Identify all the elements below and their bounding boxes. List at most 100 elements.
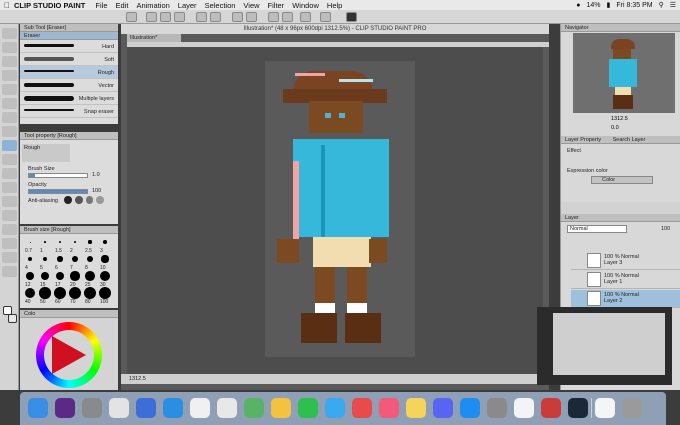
siri-icon[interactable] xyxy=(55,398,75,418)
brush-size-dot[interactable] xyxy=(57,256,63,262)
antialias-medium[interactable] xyxy=(85,196,94,204)
save-icon[interactable] xyxy=(174,12,185,22)
subtool-item-multiple-layers[interactable]: Multiple layers xyxy=(20,92,118,105)
brush-size-slider[interactable] xyxy=(28,173,88,178)
expression-color-select[interactable]: Color xyxy=(591,176,653,184)
menu-edit[interactable]: Edit xyxy=(116,1,129,10)
brush-size-dot[interactable] xyxy=(24,287,36,299)
tab-illustration[interactable]: Illustration* xyxy=(127,34,181,42)
blend-mode-select[interactable]: Normal xyxy=(567,225,627,233)
steam-icon[interactable] xyxy=(568,398,588,418)
transform-icon[interactable] xyxy=(246,12,257,22)
app-menu[interactable]: CLIP STUDIO PAINT xyxy=(14,1,85,10)
brush-size-dot[interactable] xyxy=(39,287,51,299)
open-icon[interactable] xyxy=(160,12,171,22)
new-file-icon[interactable] xyxy=(146,12,157,22)
balloon-tool-icon[interactable] xyxy=(2,252,17,263)
zoom-value[interactable]: 1312.5 xyxy=(129,376,146,382)
figure-tool-icon[interactable] xyxy=(2,196,17,207)
facetime-icon[interactable] xyxy=(298,398,318,418)
trash-icon[interactable] xyxy=(622,398,642,418)
music-icon[interactable] xyxy=(379,398,399,418)
app-icon[interactable] xyxy=(541,398,561,418)
antialias-none[interactable] xyxy=(64,196,72,204)
brush-size-dot[interactable] xyxy=(84,287,96,299)
select-all-icon[interactable] xyxy=(282,12,293,22)
calendar-icon[interactable] xyxy=(190,398,210,418)
subtool-group-tab[interactable]: Eraser xyxy=(20,32,118,40)
brush-size-dot[interactable] xyxy=(54,287,66,299)
menu-view[interactable]: View xyxy=(243,1,259,10)
ruler-tool-icon[interactable] xyxy=(2,224,17,235)
lasso-tool-icon[interactable] xyxy=(2,70,17,81)
fill-tool-icon[interactable] xyxy=(2,168,17,179)
search-icon[interactable]: ⚲ xyxy=(659,1,664,9)
clear-icon[interactable] xyxy=(232,12,243,22)
apple-icon[interactable]:  xyxy=(4,1,10,10)
launchpad-icon[interactable] xyxy=(82,398,102,418)
brush-size-dot[interactable] xyxy=(27,256,33,262)
brush-size-dot[interactable] xyxy=(42,256,48,262)
opacity-slider[interactable] xyxy=(28,189,88,194)
safari-icon[interactable] xyxy=(163,398,183,418)
subtool-item-soft[interactable]: Soft xyxy=(20,53,118,66)
brush-size-dot[interactable] xyxy=(72,256,78,262)
menu-selection[interactable]: Selection xyxy=(205,1,236,10)
menu-filter[interactable]: Filter xyxy=(268,1,285,10)
zoom-tool-icon[interactable] xyxy=(2,28,17,39)
undo-icon[interactable] xyxy=(196,12,207,22)
layer-row-layer2[interactable]: 100 % Normal Layer 2 xyxy=(571,290,680,308)
layer-row-layer3[interactable]: 100 % Normal Layer 3 xyxy=(571,252,680,270)
preview-icon[interactable] xyxy=(136,398,156,418)
maps-icon[interactable] xyxy=(244,398,264,418)
menu-help[interactable]: Help xyxy=(327,1,342,10)
photos-icon[interactable] xyxy=(271,398,291,418)
clipstudio-icon[interactable] xyxy=(514,398,534,418)
invert-icon[interactable] xyxy=(300,12,311,22)
opacity-value[interactable]: 100 xyxy=(92,188,101,194)
help-icon[interactable] xyxy=(346,12,357,22)
antialias-strong[interactable] xyxy=(96,196,104,204)
appstore-icon[interactable] xyxy=(460,398,480,418)
drawing-canvas[interactable] xyxy=(265,61,415,357)
navigator-zoom[interactable]: 1312.5 xyxy=(611,116,628,122)
layer-property-tab[interactable]: Layer Property xyxy=(565,137,601,143)
color-wheel[interactable] xyxy=(36,322,102,388)
layer-row-layer1[interactable]: 100 % Normal Layer 1 xyxy=(571,271,680,289)
navigator-rotate[interactable]: 0.0 xyxy=(611,125,619,131)
pencil-tool-icon[interactable] xyxy=(2,112,17,123)
files-icon[interactable] xyxy=(217,398,237,418)
menu-animation[interactable]: Animation xyxy=(136,1,169,10)
notes-icon[interactable] xyxy=(406,398,426,418)
brush-tool-icon[interactable] xyxy=(2,126,17,137)
redo-icon[interactable] xyxy=(210,12,221,22)
brush-size-dot[interactable] xyxy=(73,240,77,244)
color-triangle[interactable] xyxy=(52,336,86,374)
wifi-icon[interactable]: ● xyxy=(576,2,580,9)
brush-size-dot[interactable] xyxy=(103,240,107,244)
brush-size-dot[interactable] xyxy=(99,270,111,282)
subtool-item-snap-eraser[interactable]: Snap eraser xyxy=(20,105,118,118)
messages-icon[interactable] xyxy=(325,398,345,418)
battery-icon[interactable]: ▮ xyxy=(607,1,611,9)
discord-icon[interactable] xyxy=(433,398,453,418)
news-icon[interactable] xyxy=(352,398,372,418)
menu-list-icon[interactable]: ☰ xyxy=(670,1,676,9)
pen-tool-icon[interactable] xyxy=(2,98,17,109)
deselect-icon[interactable] xyxy=(268,12,279,22)
brush-size-dot[interactable] xyxy=(86,255,94,263)
brush-size-dot[interactable] xyxy=(26,272,34,280)
canvas-area[interactable] xyxy=(127,47,543,374)
sub-color-swatch[interactable] xyxy=(8,314,17,323)
brush-size-dot[interactable] xyxy=(99,287,111,299)
brush-size-dot[interactable] xyxy=(88,240,92,244)
chrome-icon[interactable] xyxy=(109,398,129,418)
brush-size-dot[interactable] xyxy=(85,271,95,281)
menu-file[interactable]: File xyxy=(95,1,107,10)
menu-layer[interactable]: Layer xyxy=(178,1,197,10)
menu-window[interactable]: Window xyxy=(292,1,319,10)
brush-size-value[interactable]: 1.0 xyxy=(92,172,100,178)
text-tool-icon[interactable] xyxy=(2,238,17,249)
eye-icon[interactable] xyxy=(126,12,137,22)
finder-icon[interactable] xyxy=(28,398,48,418)
